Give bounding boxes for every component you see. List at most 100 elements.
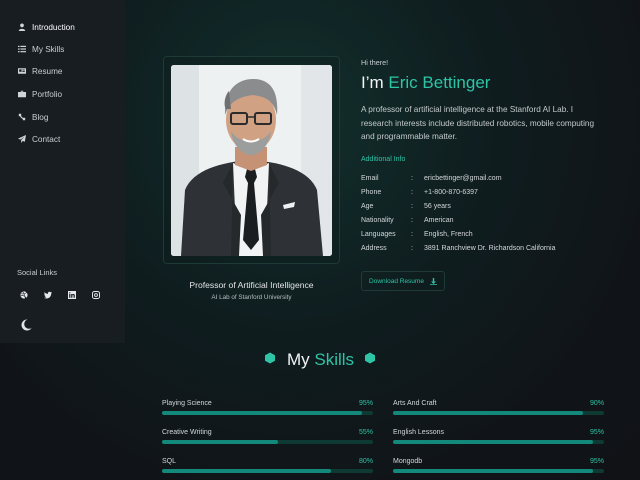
skill-bar [393, 411, 604, 415]
linkedin-icon[interactable] [65, 288, 79, 302]
skill-percent: 80% [358, 458, 373, 465]
info-row-phone: Phone : +1-800-870-6397 [361, 189, 478, 199]
skill-bar-fill [393, 440, 594, 444]
skill-name: English Lessons [393, 429, 444, 436]
skill-name: Arts And Craft [393, 400, 437, 407]
nav-label: Resume [32, 66, 63, 76]
nav-item-introduction[interactable]: Introduction [17, 20, 75, 34]
moon-icon [21, 319, 34, 331]
skill-item: Arts And Craft 90% [393, 400, 604, 418]
info-value: 3891 Ranchview Dr. Richardson California [424, 245, 556, 252]
skills-title: My Skills [287, 350, 354, 370]
skill-name: Mongodb [393, 458, 423, 465]
briefcase-icon [17, 90, 26, 99]
skill-item: Creative Writing 55% [162, 429, 373, 447]
skill-bar [162, 411, 373, 415]
info-row-email: Email : ericbettinger@gmail.com [361, 175, 502, 185]
skill-bar [162, 440, 373, 444]
info-label: Address [361, 245, 387, 252]
info-value: 56 years [424, 203, 451, 210]
bio-text: A professor of artificial intelligence a… [361, 105, 595, 142]
hexagon-icon [264, 351, 276, 369]
info-label: Age [361, 203, 374, 210]
info-value: +1-800-870-6397 [424, 189, 478, 196]
skills-title-accent: Skills [314, 350, 355, 369]
info-separator: : [411, 203, 413, 210]
info-value: English, French [424, 231, 473, 238]
skill-percent: 90% [589, 400, 604, 407]
skill-percent: 95% [358, 400, 373, 407]
profile-name: Eric Bettinger [388, 73, 491, 92]
skill-name: Playing Science [162, 400, 212, 407]
skill-item: SQL 80% [162, 458, 373, 476]
user-icon [17, 23, 26, 32]
skill-bar-fill [162, 411, 363, 415]
info-value: American [424, 217, 454, 224]
profile-photo [171, 65, 332, 256]
skills-title-prefix: My [286, 350, 310, 369]
instagram-icon[interactable] [89, 288, 103, 302]
download-resume-button[interactable]: Download Resume [361, 271, 445, 291]
nav-label: Blog [32, 112, 49, 122]
nav-label: Contact [32, 134, 61, 144]
info-label: Languages [361, 231, 396, 238]
additional-info-title: Additional Info [361, 156, 406, 163]
info-label: Email [361, 175, 379, 182]
skill-bar [393, 469, 604, 473]
info-separator: : [411, 175, 413, 182]
info-row-languages: Languages : English, French [361, 231, 473, 241]
nav-label: Portfolio [32, 89, 63, 99]
page-title: I’m Eric Bettinger [361, 73, 490, 93]
sidebar: Introduction My Skills Resume Portfolio … [0, 0, 125, 343]
info-label: Nationality [361, 217, 394, 224]
profile-affiliation: AI Lab of Stanford University [211, 294, 292, 301]
info-separator: : [411, 217, 413, 224]
skill-item: Mongodb 95% [393, 458, 604, 476]
skill-bar [393, 440, 604, 444]
skill-percent: 95% [589, 429, 604, 436]
nav-item-portfolio[interactable]: Portfolio [17, 87, 62, 101]
info-value: ericbettinger@gmail.com [424, 175, 502, 182]
skill-bar-fill [393, 411, 583, 415]
profile-job-title: Professor of Artificial Intelligence [189, 280, 314, 290]
nav-label: My Skills [32, 44, 65, 54]
social-links-title: Social Links [17, 268, 58, 277]
satellite-icon [17, 113, 26, 122]
social-links [17, 288, 103, 302]
info-label: Phone [361, 189, 382, 196]
info-row-age: Age : 56 years [361, 203, 451, 213]
nav-item-my-skills[interactable]: My Skills [17, 42, 64, 56]
paper-plane-icon [17, 135, 26, 144]
id-card-icon [17, 67, 26, 76]
twitter-icon[interactable] [41, 288, 55, 302]
skill-bar-fill [162, 440, 279, 444]
info-row-nationality: Nationality : American [361, 217, 454, 227]
dribbble-icon[interactable] [17, 288, 31, 302]
info-row-address: Address : 3891 Ranchview Dr. Richardson … [361, 245, 556, 255]
nav-item-resume[interactable]: Resume [17, 64, 63, 78]
info-separator: : [411, 189, 413, 196]
nav-label: Introduction [32, 22, 75, 32]
hexagon-icon [364, 351, 376, 369]
skills-heading: My Skills [0, 350, 640, 370]
info-separator: : [411, 245, 413, 252]
name-prefix: I’m [361, 73, 384, 92]
greeting: Hi there! [361, 58, 389, 67]
info-separator: : [411, 231, 413, 238]
list-icon [17, 45, 26, 54]
profile-card [163, 56, 340, 264]
skill-bar [162, 469, 373, 473]
skill-percent: 55% [358, 429, 373, 436]
download-icon [429, 277, 437, 285]
nav-item-contact[interactable]: Contact [17, 132, 60, 146]
skill-name: Creative Writing [162, 429, 212, 436]
download-resume-label: Download Resume [369, 277, 424, 285]
nav-item-blog[interactable]: Blog [17, 110, 48, 124]
skill-bar-fill [393, 469, 594, 473]
skill-item: English Lessons 95% [393, 429, 604, 447]
skill-item: Playing Science 95% [162, 400, 373, 418]
theme-toggle[interactable] [17, 318, 37, 332]
skill-name: SQL [162, 458, 177, 465]
skill-percent: 95% [589, 458, 604, 465]
skill-bar-fill [162, 469, 331, 473]
